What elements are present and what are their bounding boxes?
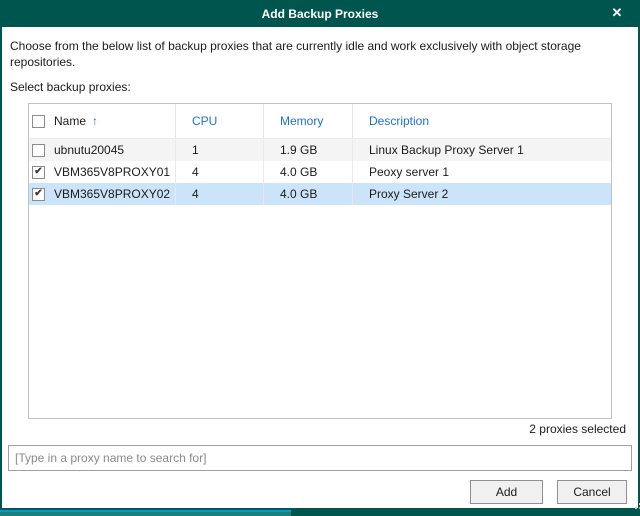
cell-cpu: 4 [176,161,264,183]
row-checkbox[interactable]: ✔ [32,188,45,201]
dialog-titlebar: Add Backup Proxies ✕ [0,0,640,27]
column-header-description[interactable]: Description [353,104,611,138]
table-row[interactable]: ✔ VBM365V8PROXY02 44.0 GBProxy Server 2 [29,183,611,205]
cell-description: Peoxy server 1 [353,161,611,183]
proxy-table: Name ↑ CPU Memory Description ✔ ubnutu200… [28,103,612,419]
dialog-title: Add Backup Proxies [262,7,379,21]
checkmark-icon: ✔ [34,189,42,199]
cell-name: ✔ VBM365V8PROXY02 [29,183,176,205]
column-header-description-label: Description [369,114,429,128]
cell-description: Linux Backup Proxy Server 1 [353,139,611,161]
sort-asc-icon: ↑ [92,114,98,128]
cell-name: ✔ VBM365V8PROXY01 [29,161,176,183]
cell-memory: 1.9 GB [264,139,353,161]
cell-description: Proxy Server 2 [353,183,611,205]
status-text: 2 proxies selected [529,422,626,436]
row-checkbox[interactable]: ✔ [32,144,45,157]
column-header-cpu-label: CPU [192,114,217,128]
row-checkbox[interactable]: ✔ [32,166,45,179]
dialog-description: Choose from the below list of backup pro… [10,38,624,70]
column-header-name-label: Name [54,114,86,128]
cell-memory: 4.0 GB [264,161,353,183]
table-row[interactable]: ✔ VBM365V8PROXY01 44.0 GBPeoxy server 1 [29,161,611,183]
add-backup-proxies-dialog: Add Backup Proxies ✕ Choose from the bel… [0,0,640,510]
table-row[interactable]: ✔ ubnutu20045 11.9 GBLinux Backup Proxy Se… [29,139,611,161]
proxy-name-label: VBM365V8PROXY01 [54,165,170,179]
background-window-edge-left [0,510,291,516]
background-window-edge [0,510,640,516]
select-all-checkbox[interactable] [32,115,45,128]
column-header-cpu[interactable]: CPU [176,104,264,138]
cell-name: ✔ ubnutu20045 [29,139,176,161]
cell-cpu: 4 [176,183,264,205]
background-window-edge-right [291,510,640,516]
resize-grip[interactable] [631,503,633,505]
cell-cpu: 1 [176,139,264,161]
dialog-body: Choose from the below list of backup pro… [2,27,638,508]
search-input[interactable] [8,445,632,471]
cancel-button[interactable]: Cancel [557,480,627,504]
column-header-name[interactable]: Name ↑ [29,104,176,138]
column-header-memory-label: Memory [280,114,323,128]
select-proxies-label: Select backup proxies: [10,80,131,94]
add-button[interactable]: Add [470,480,543,504]
table-header-row: Name ↑ CPU Memory Description [29,104,611,139]
column-header-memory[interactable]: Memory [264,104,353,138]
proxy-name-label: ubnutu20045 [54,143,124,157]
close-icon[interactable]: ✕ [604,0,630,26]
cell-memory: 4.0 GB [264,183,353,205]
checkmark-icon: ✔ [34,167,42,177]
proxy-name-label: VBM365V8PROXY02 [54,187,170,201]
table-body: ✔ ubnutu20045 11.9 GBLinux Backup Proxy Se… [29,139,611,205]
